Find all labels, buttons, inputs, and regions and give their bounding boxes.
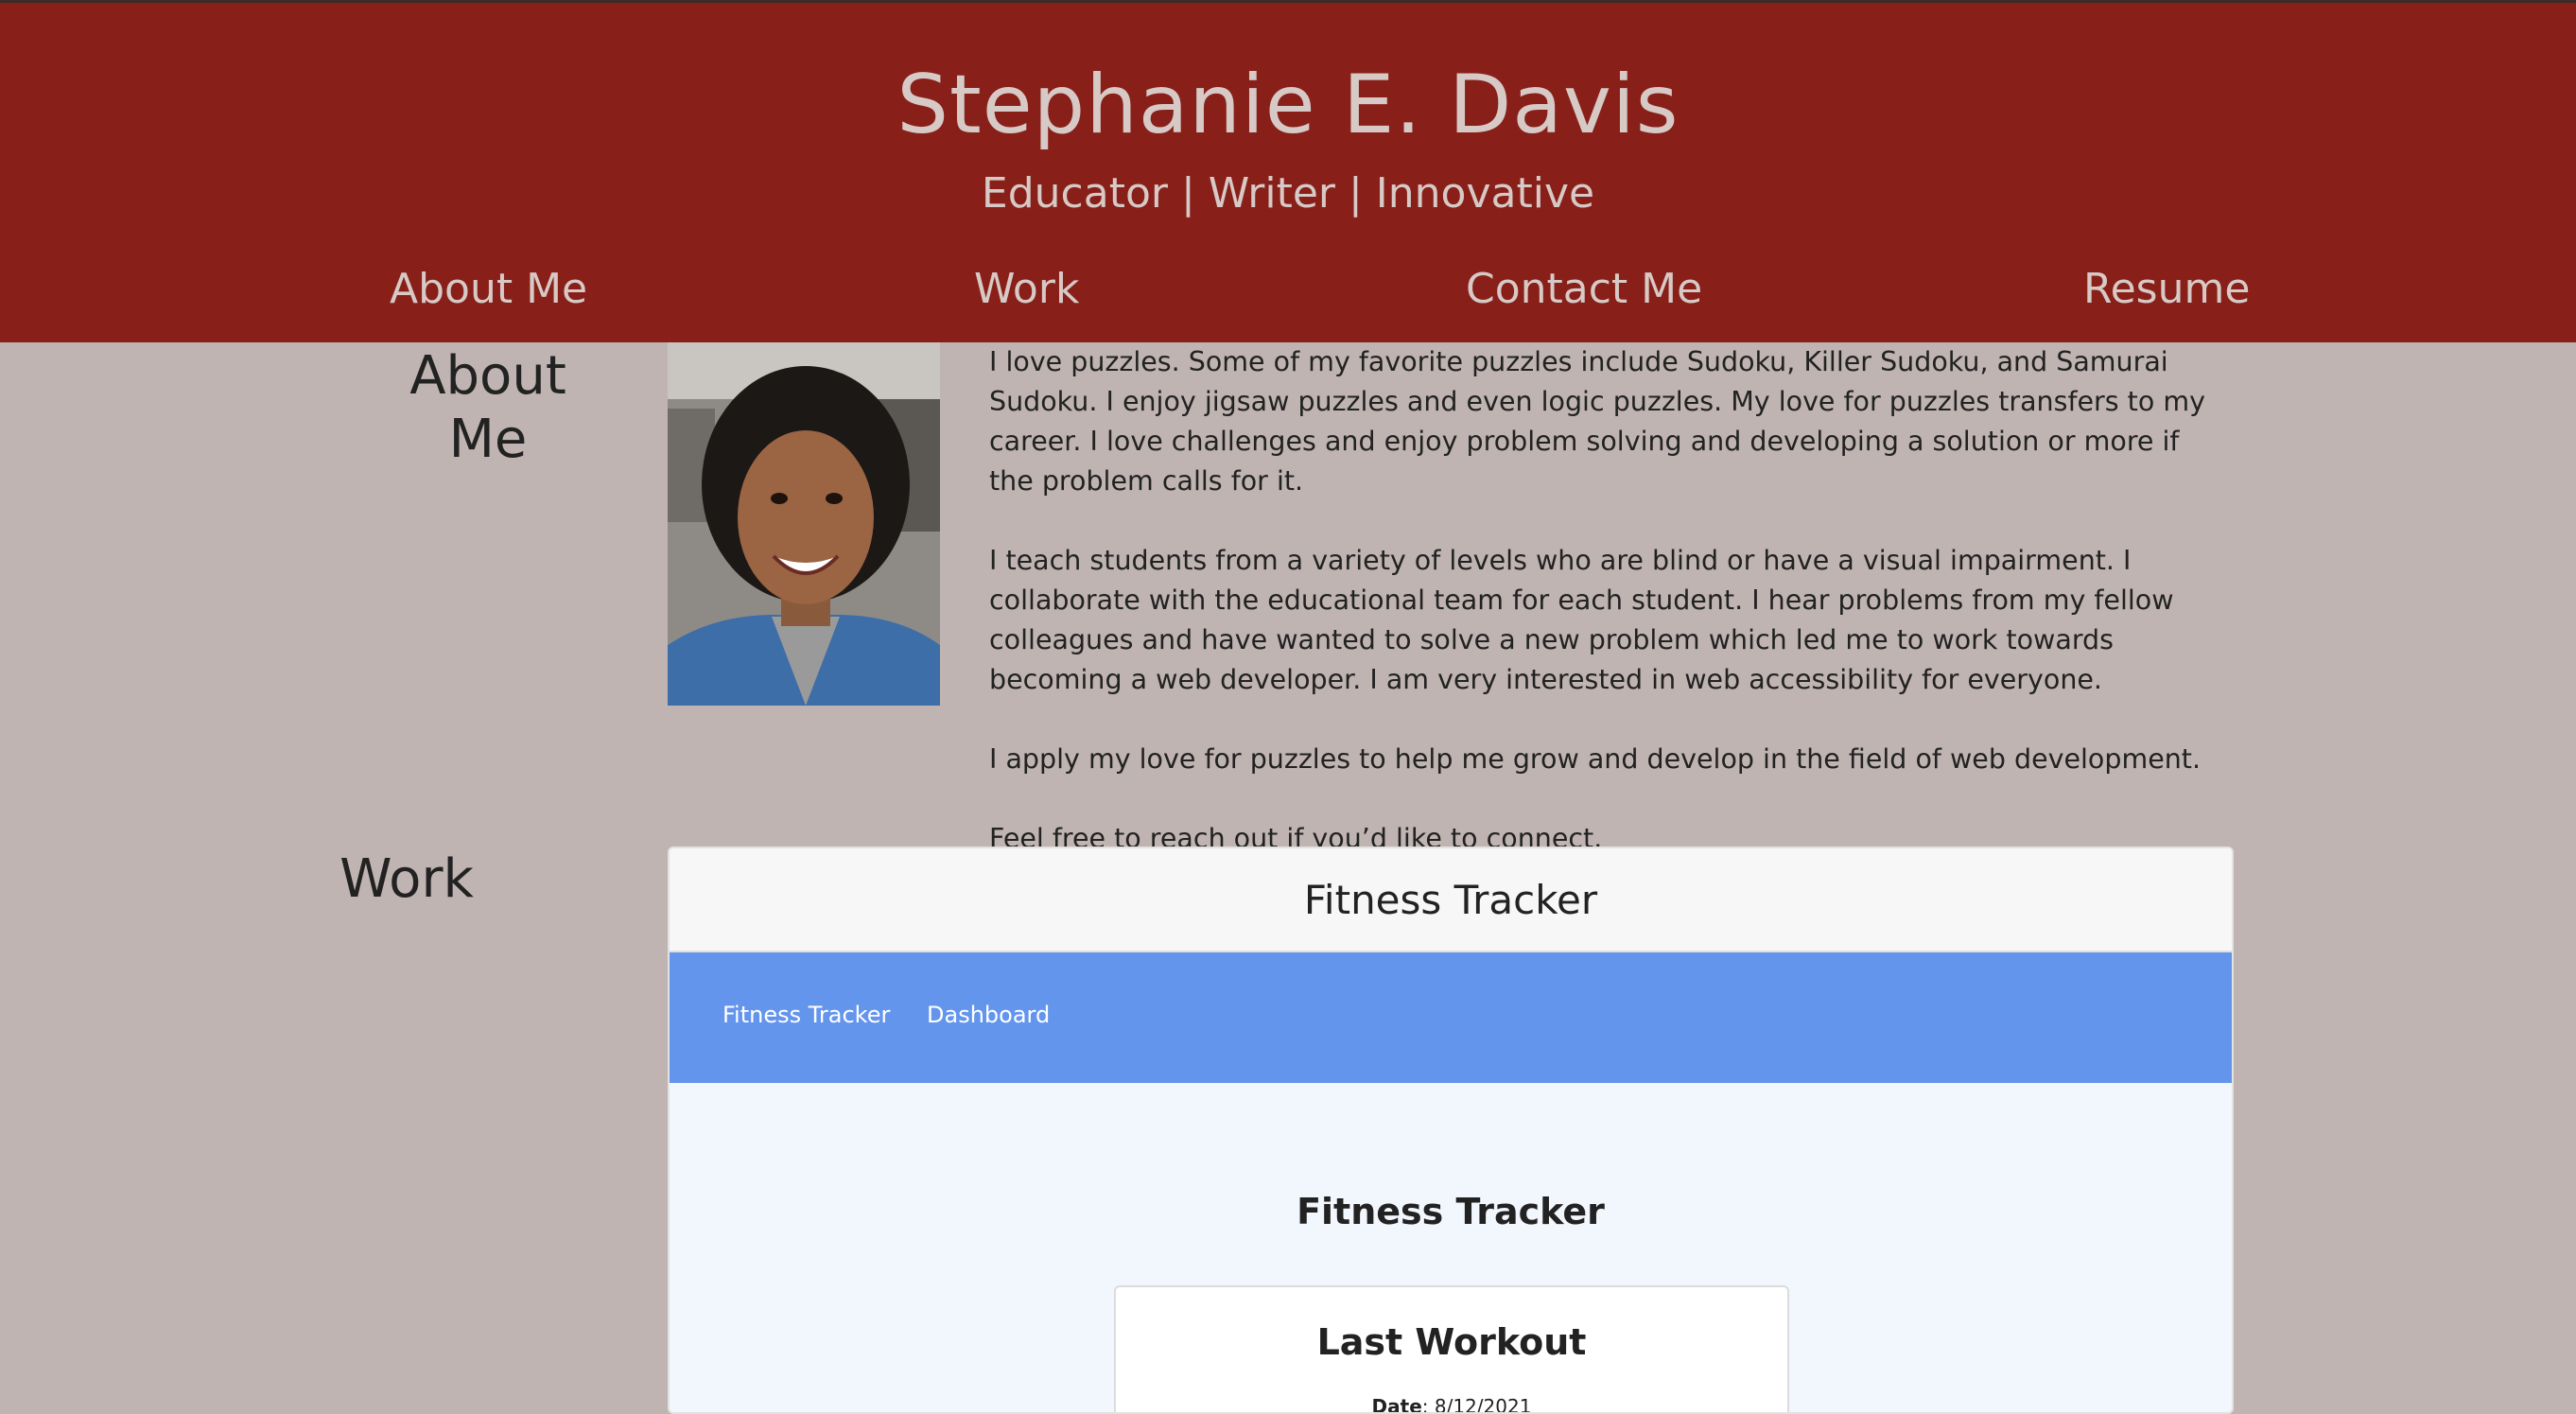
project-preview-navbar: Fitness Tracker Dashboard: [670, 952, 2232, 1083]
bio-paragraph: I love puzzles. Some of my favorite puzz…: [989, 346, 2205, 497]
site-header: Stephanie E. Davis Educator | Writer | I…: [0, 0, 2576, 342]
nav-resume[interactable]: Resume: [2083, 265, 2250, 313]
site-title: Stephanie E. Davis: [896, 58, 1680, 152]
portrait-photo-icon: [668, 342, 940, 706]
nav-about-me[interactable]: About Me: [390, 265, 587, 313]
bio-paragraph: I teach students from a variety of level…: [989, 545, 2174, 695]
date-value: 8/12/2021: [1434, 1395, 1532, 1414]
nav-work[interactable]: Work: [974, 265, 1079, 313]
work-heading: Work: [339, 848, 474, 910]
last-workout-title: Last Workout: [1316, 1321, 1587, 1363]
date-label: Date: [1371, 1395, 1422, 1414]
about-me-heading: About Me: [378, 344, 598, 471]
about-heading-line2: Me: [448, 409, 528, 471]
profile-photo: [668, 342, 940, 706]
last-workout-card: Last Workout Date: 8/12/2021: [1114, 1285, 1789, 1414]
nav-contact-me[interactable]: Contact Me: [1466, 265, 1702, 313]
site-tagline: Educator | Writer | Innovative: [981, 169, 1595, 218]
preview-app-heading: Fitness Tracker: [1297, 1191, 1605, 1232]
bio-paragraph: I apply my love for puzzles to help me g…: [989, 743, 2202, 775]
about-heading-line1: About: [409, 345, 566, 407]
date-separator: :: [1421, 1395, 1435, 1414]
preview-nav-fitness-tracker[interactable]: Fitness Tracker: [722, 1002, 890, 1028]
project-card-title: Fitness Tracker: [670, 848, 2232, 952]
project-card-fitness-tracker[interactable]: Fitness Tracker Fitness Tracker Dashboar…: [668, 847, 2234, 1414]
preview-nav-dashboard[interactable]: Dashboard: [927, 1002, 1050, 1028]
last-workout-date: Date: 8/12/2021: [1116, 1395, 1787, 1414]
about-me-bio: I love puzzles. Some of my favorite puzz…: [989, 342, 2219, 899]
